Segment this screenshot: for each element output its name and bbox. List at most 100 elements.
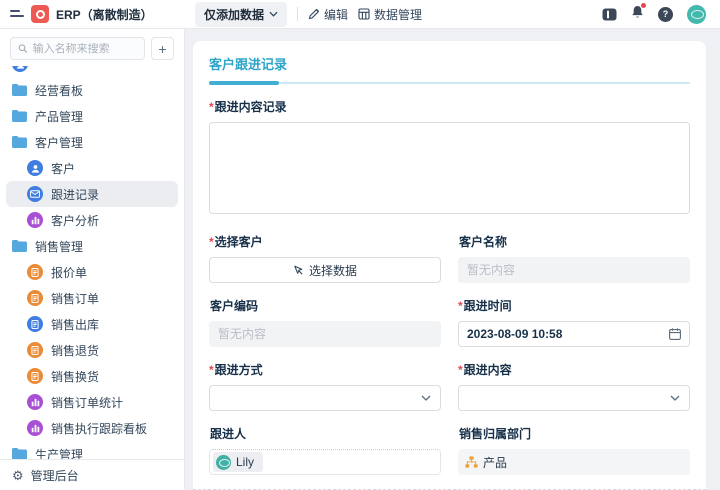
topbar-center: 仅添加数据 编辑 数据管理 bbox=[185, 2, 602, 27]
sidebar: + 经营看板产品管理客户管理客户跟进记录客户分析销售管理报价单销售订单销售出库销… bbox=[0, 29, 185, 490]
sidebar-item-生产管理[interactable]: 生产管理 bbox=[6, 441, 178, 459]
field-label: *跟进时间 bbox=[458, 297, 690, 314]
sidebar-item-销售换货[interactable]: 销售换货 bbox=[6, 363, 178, 389]
field-customer-code: 客户编码 bbox=[209, 297, 441, 347]
sidebar-item-销售退货[interactable]: 销售退货 bbox=[6, 337, 178, 363]
required-asterisk: * bbox=[458, 363, 463, 377]
field-label-text: 跟进内容 bbox=[464, 363, 512, 377]
sidebar-item-label: 销售出库 bbox=[51, 316, 99, 333]
sidebar-item-label: 销售退货 bbox=[51, 342, 99, 359]
sidebar-item-label: 跟进记录 bbox=[51, 186, 99, 203]
field-label-text: 跟进方式 bbox=[215, 363, 263, 377]
follow-time-input[interactable] bbox=[467, 327, 669, 341]
search-icon bbox=[18, 43, 28, 54]
person-avatar bbox=[216, 455, 231, 470]
sidebar-item-label: 销售换货 bbox=[51, 368, 99, 385]
sidebar-item-跟进记录[interactable]: 跟进记录 bbox=[6, 181, 178, 207]
customer-name-input bbox=[458, 257, 690, 283]
admin-footer[interactable]: ⚙ 管理后台 bbox=[0, 459, 184, 490]
sidebar-item-label: 销售订单统计 bbox=[51, 394, 123, 411]
chevron-down-icon bbox=[421, 395, 431, 401]
follow-method-select[interactable] bbox=[209, 385, 441, 411]
field-follow-time: *跟进时间 bbox=[458, 297, 690, 347]
department-chip: 产品 bbox=[465, 454, 507, 471]
sidebar-item-label: 客户分析 bbox=[51, 212, 99, 229]
required-asterisk: * bbox=[209, 235, 214, 249]
person-icon bbox=[27, 160, 43, 176]
sidebar-item-产品管理[interactable]: 产品管理 bbox=[6, 103, 178, 129]
field-sales-department: 销售归属部门 产品 bbox=[458, 425, 690, 475]
sidebar-item-经营看板[interactable]: 经营看板 bbox=[6, 77, 178, 103]
form-card: 客户跟进记录 *跟进内容记录 *选择客户 选择数据 客户名称 bbox=[193, 41, 706, 490]
sidebar-item-销售管理[interactable]: 销售管理 bbox=[6, 233, 178, 259]
field-label-text: 销售归属部门 bbox=[459, 427, 531, 441]
folder-icon bbox=[12, 136, 27, 148]
field-content-record: *跟进内容记录 bbox=[209, 98, 690, 219]
field-label-text: 跟进人 bbox=[210, 427, 246, 441]
sidebar-item-销售出库[interactable]: 销售出库 bbox=[6, 311, 178, 337]
tab-customer-followup[interactable]: 客户跟进记录 bbox=[209, 54, 287, 73]
content-record-textarea[interactable] bbox=[209, 122, 690, 214]
help-icon[interactable]: ? bbox=[658, 7, 673, 22]
sidebar-item-客户[interactable]: 客户 bbox=[6, 155, 178, 181]
sidebar-item-label: 经营看板 bbox=[35, 82, 83, 99]
admin-footer-label: 管理后台 bbox=[31, 467, 79, 484]
data-manage-button[interactable]: 数据管理 bbox=[358, 6, 422, 23]
doc-icon bbox=[27, 264, 43, 280]
notification-bell-icon[interactable] bbox=[631, 5, 644, 24]
sidebar-item-label: 销售执行跟踪看板 bbox=[51, 420, 147, 437]
org-chart-icon bbox=[465, 456, 478, 468]
cursor-click-icon bbox=[293, 265, 304, 276]
user-avatar[interactable] bbox=[687, 5, 706, 24]
select-data-button-label: 选择数据 bbox=[309, 262, 357, 279]
person-chip: Lily bbox=[213, 452, 263, 472]
hamburger-menu-icon[interactable] bbox=[10, 9, 24, 19]
chart-icon bbox=[27, 212, 43, 228]
field-customer-name: 客户名称 bbox=[458, 233, 690, 283]
select-data-button[interactable]: 选择数据 bbox=[209, 257, 441, 283]
sidebar-item-销售订单[interactable]: 销售订单 bbox=[6, 285, 178, 311]
tab-underline bbox=[209, 81, 690, 85]
mail-icon bbox=[27, 186, 43, 202]
field-label-text: 客户名称 bbox=[459, 235, 507, 249]
customer-code-input bbox=[209, 321, 441, 347]
sidebar-item-label: 销售订单 bbox=[51, 290, 99, 307]
sidebar-item-label: 产品管理 bbox=[35, 108, 83, 125]
folder-icon bbox=[12, 84, 27, 96]
chart-icon bbox=[27, 420, 43, 436]
doc-icon bbox=[27, 368, 43, 384]
topbar: ERP（离散制造） 仅添加数据 编辑 数据管理 ? bbox=[0, 0, 720, 29]
sidebar-item-客户管理[interactable]: 客户管理 bbox=[6, 129, 178, 155]
required-asterisk: * bbox=[209, 100, 214, 114]
sidebar-item-label: 客户管理 bbox=[35, 134, 83, 151]
folder-icon bbox=[12, 110, 27, 122]
field-follow-method: *跟进方式 bbox=[209, 361, 441, 411]
divider bbox=[297, 7, 298, 21]
follow-content-select[interactable] bbox=[458, 385, 690, 411]
field-label: *跟进内容记录 bbox=[209, 98, 690, 115]
required-asterisk: * bbox=[458, 299, 463, 313]
mode-dropdown[interactable]: 仅添加数据 bbox=[195, 2, 287, 27]
follow-person-picker[interactable]: Lily bbox=[209, 449, 441, 475]
sidebar-item-客户分析[interactable]: 客户分析 bbox=[6, 207, 178, 233]
field-label: *选择客户 bbox=[209, 233, 441, 250]
sidebar-item-销售执行跟踪看板[interactable]: 销售执行跟踪看板 bbox=[6, 415, 178, 441]
person-icon bbox=[12, 66, 28, 72]
doc-icon bbox=[27, 290, 43, 306]
data-grid-icon bbox=[358, 8, 370, 20]
search-input[interactable] bbox=[33, 43, 137, 55]
tab-bar: 客户跟进记录 bbox=[209, 54, 690, 85]
search-box[interactable] bbox=[10, 37, 145, 60]
field-label-text: 跟进内容记录 bbox=[215, 100, 287, 114]
sidebar-item[interactable] bbox=[6, 66, 178, 77]
field-follow-content: *跟进内容 bbox=[458, 361, 690, 411]
calendar-icon bbox=[669, 328, 681, 340]
panel-toggle-icon[interactable] bbox=[602, 8, 617, 21]
doc-icon bbox=[27, 316, 43, 332]
edit-button[interactable]: 编辑 bbox=[308, 6, 348, 23]
sales-department-field: 产品 bbox=[458, 449, 690, 475]
sidebar-item-销售订单统计[interactable]: 销售订单统计 bbox=[6, 389, 178, 415]
follow-time-picker[interactable] bbox=[458, 321, 690, 347]
sidebar-item-报价单[interactable]: 报价单 bbox=[6, 259, 178, 285]
add-app-button[interactable]: + bbox=[151, 37, 174, 60]
